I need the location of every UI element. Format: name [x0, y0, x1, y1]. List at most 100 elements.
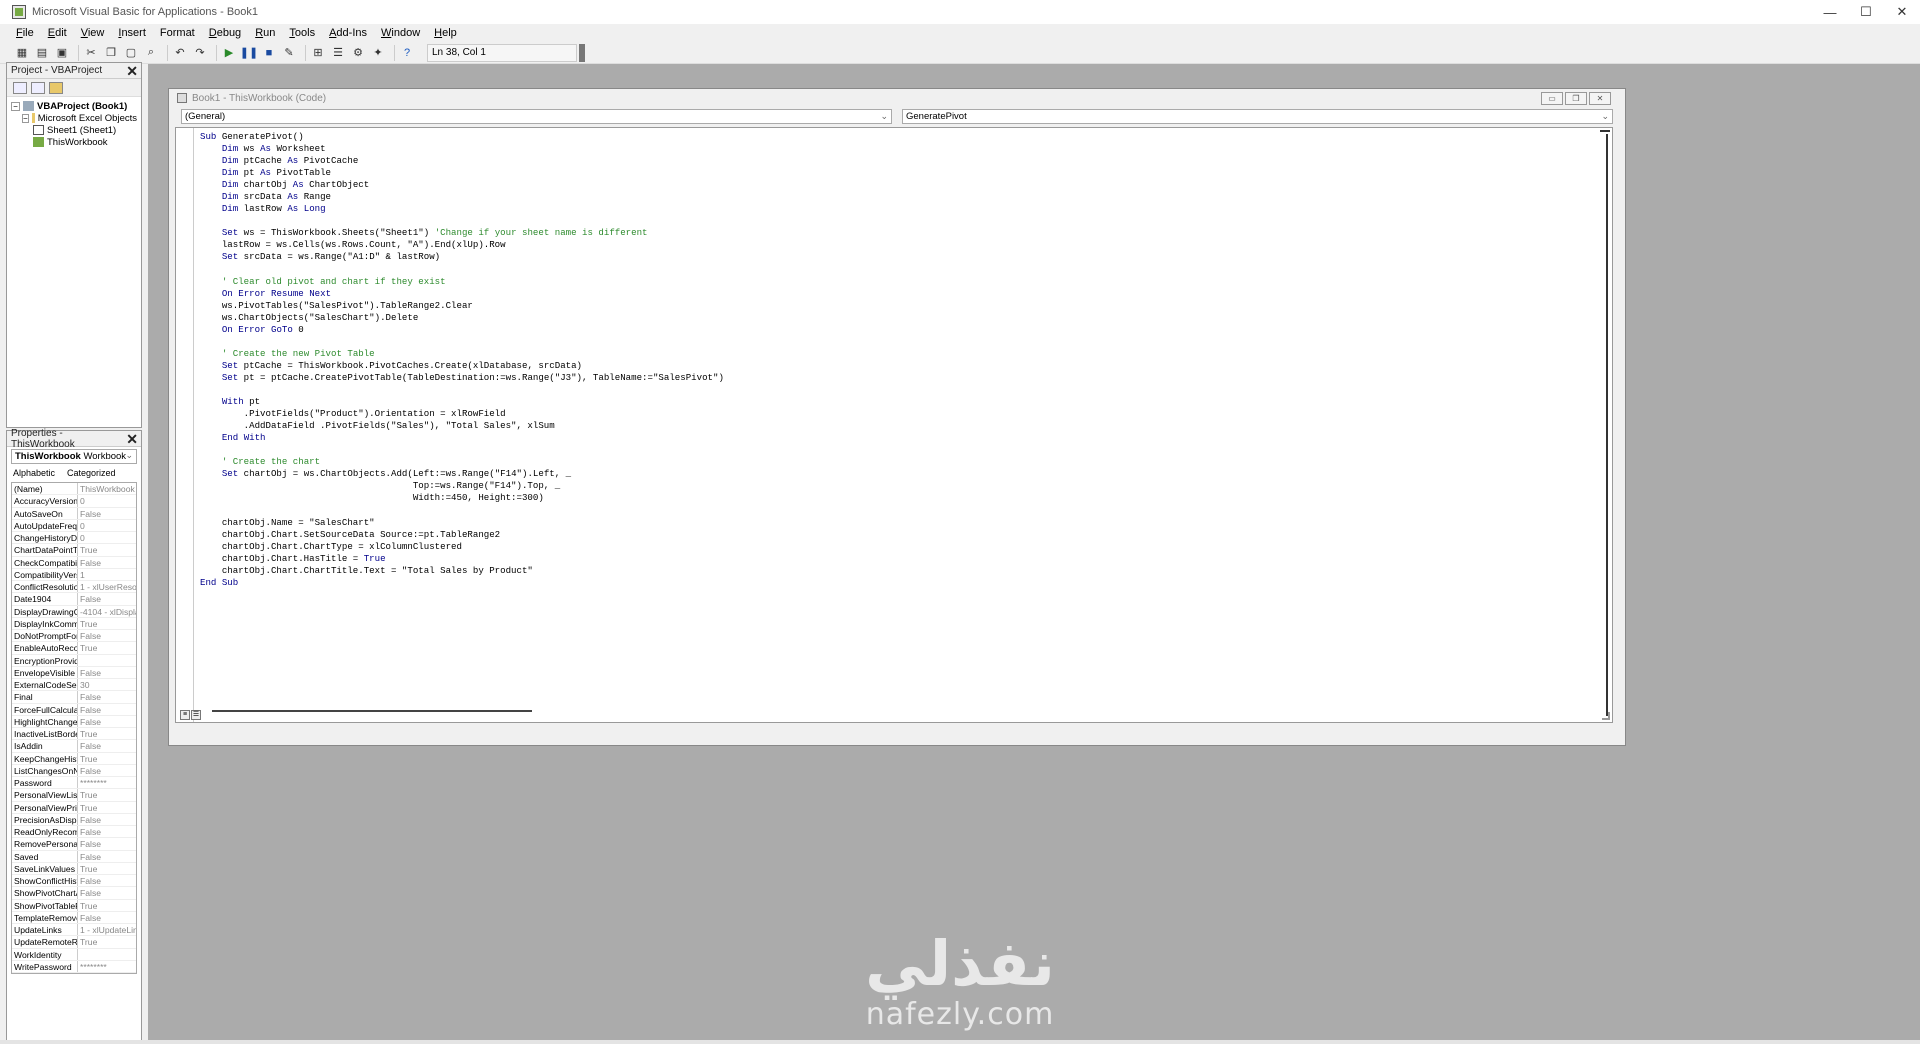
- cut-icon[interactable]: ✂: [83, 45, 99, 61]
- property-row[interactable]: (Name) ThisWorkbook: [12, 483, 136, 496]
- code-line[interactable]: Set chartObj = ws.ChartObjects.Add(Left:…: [200, 468, 724, 480]
- property-value[interactable]: -4104 - xlDisplay: [78, 606, 136, 617]
- property-value[interactable]: True: [78, 618, 136, 629]
- object-combo[interactable]: (General) ⌄: [181, 109, 892, 124]
- property-row[interactable]: ForceFullCalculati False: [12, 703, 136, 716]
- property-row[interactable]: Saved False: [12, 850, 136, 863]
- code-line[interactable]: Dim srcData As Range: [200, 191, 724, 203]
- code-line[interactable]: Top:=ws.Range("F14").Top, _: [200, 480, 724, 492]
- code-line[interactable]: Width:=450, Height:=300): [200, 492, 724, 504]
- code-line[interactable]: Dim pt As PivotTable: [200, 167, 724, 179]
- code-line[interactable]: chartObj.Chart.SetSourceData Source:=pt.…: [200, 529, 724, 541]
- property-row[interactable]: ShowPivotChartA False: [12, 887, 136, 900]
- code-window-minimize-button[interactable]: ▭: [1541, 92, 1563, 105]
- project-panel-close-icon[interactable]: ✕: [126, 64, 138, 78]
- property-row[interactable]: AccuracyVersion 0: [12, 495, 136, 508]
- property-value[interactable]: False: [78, 887, 136, 898]
- code-line[interactable]: .PivotFields("Product").Orientation = xl…: [200, 408, 724, 420]
- insert-module-icon[interactable]: ▤: [34, 45, 50, 61]
- code-line[interactable]: On Error GoTo 0: [200, 324, 724, 336]
- property-value[interactable]: ********: [78, 961, 136, 972]
- chevron-down-icon[interactable]: ⌄: [125, 450, 133, 461]
- property-row[interactable]: Password ********: [12, 777, 136, 790]
- save-icon[interactable]: ▣: [54, 45, 70, 61]
- horizontal-scrollbar[interactable]: [212, 710, 532, 712]
- property-value[interactable]: True: [78, 863, 136, 874]
- property-row[interactable]: AutoUpdateFrequ 0: [12, 519, 136, 532]
- code-line[interactable]: On Error Resume Next: [200, 288, 724, 300]
- property-row[interactable]: ShowConflictHisto False: [12, 875, 136, 888]
- property-value[interactable]: True: [78, 900, 136, 911]
- property-row[interactable]: KeepChangeHisto True: [12, 752, 136, 765]
- resize-grip-icon[interactable]: [1602, 712, 1610, 720]
- menu-help[interactable]: Help: [434, 27, 457, 39]
- property-value[interactable]: 1: [78, 569, 136, 580]
- property-value[interactable]: [78, 949, 136, 960]
- menu-tools[interactable]: Tools: [289, 27, 315, 39]
- vertical-scrollbar[interactable]: [1606, 134, 1608, 716]
- toolbox-icon[interactable]: ✦: [370, 45, 386, 61]
- tree-item[interactable]: − VBAProject (Book1): [11, 100, 137, 112]
- property-row[interactable]: SaveLinkValues True: [12, 862, 136, 875]
- tab-categorized[interactable]: Categorized: [67, 468, 116, 478]
- property-row[interactable]: ShowPivotTableFi True: [12, 899, 136, 912]
- property-row[interactable]: PersonalViewPrint True: [12, 801, 136, 814]
- property-value[interactable]: [78, 655, 136, 666]
- tree-item[interactable]: − Microsoft Excel Objects: [11, 112, 137, 124]
- design-mode-icon[interactable]: ✎: [281, 45, 297, 61]
- maximize-button[interactable]: ☐: [1848, 0, 1884, 24]
- properties-window-icon[interactable]: ☰: [330, 45, 346, 61]
- code-line[interactable]: Dim ptCache As PivotCache: [200, 155, 724, 167]
- property-value[interactable]: False: [78, 630, 136, 641]
- code-line[interactable]: lastRow = ws.Cells(ws.Rows.Count, "A").E…: [200, 239, 724, 251]
- code-line[interactable]: Dim ws As Worksheet: [200, 143, 724, 155]
- collapse-icon[interactable]: −: [22, 113, 29, 123]
- property-row[interactable]: PersonalViewListSTrue: [12, 789, 136, 802]
- code-line[interactable]: chartObj.Name = "SalesChart": [200, 517, 724, 529]
- property-value[interactable]: False: [78, 508, 136, 519]
- menu-debug[interactable]: Debug: [209, 27, 241, 39]
- code-editor[interactable]: Sub GeneratePivot() Dim ws As Worksheet …: [175, 127, 1613, 723]
- property-value[interactable]: False: [78, 704, 136, 715]
- properties-panel-close-icon[interactable]: ✕: [126, 432, 138, 446]
- property-row[interactable]: EnvelopeVisible False: [12, 666, 136, 679]
- property-value[interactable]: False: [78, 557, 136, 568]
- properties-object-select[interactable]: ThisWorkbook Workbook ⌄: [11, 449, 137, 464]
- menu-format[interactable]: Format: [160, 27, 195, 39]
- code-margin-indicator-bar[interactable]: [176, 128, 194, 722]
- minimize-button[interactable]: —: [1812, 0, 1848, 24]
- tab-alphabetic[interactable]: Alphabetic: [13, 468, 55, 478]
- property-row[interactable]: ConflictResolution1 - xlUserResolu: [12, 581, 136, 594]
- menu-add-ins[interactable]: Add-Ins: [329, 27, 367, 39]
- code-line[interactable]: Set pt = ptCache.CreatePivotTable(TableD…: [200, 372, 724, 384]
- view-code-icon[interactable]: [13, 81, 27, 94]
- code-window-close-button[interactable]: ✕: [1589, 92, 1611, 105]
- property-row[interactable]: DisplayDrawingOb-4104 - xlDisplay: [12, 605, 136, 618]
- code-line[interactable]: ' Create the chart: [200, 456, 724, 468]
- toolbar-overflow-grip[interactable]: [579, 43, 585, 62]
- property-row[interactable]: EnableAutoRecov True: [12, 642, 136, 655]
- menu-run[interactable]: Run: [255, 27, 275, 39]
- menu-file[interactable]: File: [16, 27, 34, 39]
- vba-app-icon[interactable]: [12, 5, 26, 19]
- property-value[interactable]: False: [78, 593, 136, 604]
- property-row[interactable]: UpdateLinks 1 - xlUpdateLink: [12, 924, 136, 937]
- code-line[interactable]: [200, 215, 724, 227]
- run-icon[interactable]: ▶: [221, 45, 237, 61]
- property-value[interactable]: False: [78, 765, 136, 776]
- property-row[interactable]: WritePassword ********: [12, 960, 136, 973]
- menu-insert[interactable]: Insert: [118, 27, 146, 39]
- code-line[interactable]: Dim lastRow As Long: [200, 203, 724, 215]
- property-value[interactable]: 0: [78, 495, 136, 506]
- property-value[interactable]: ThisWorkbook: [78, 483, 136, 494]
- property-row[interactable]: DoNotPromptForCFalse: [12, 630, 136, 643]
- property-row[interactable]: HighlightChanges False: [12, 715, 136, 728]
- break-icon[interactable]: ❚❚: [240, 45, 258, 61]
- redo-icon[interactable]: ↷: [192, 45, 208, 61]
- collapse-icon[interactable]: −: [11, 101, 20, 111]
- property-row[interactable]: Final False: [12, 691, 136, 704]
- code-line[interactable]: ws.PivotTables("SalesPivot").TableRange2…: [200, 300, 724, 312]
- object-browser-icon[interactable]: ⚙: [350, 45, 366, 61]
- paste-icon[interactable]: ▢: [123, 45, 139, 61]
- property-row[interactable]: DisplayInkComme True: [12, 617, 136, 630]
